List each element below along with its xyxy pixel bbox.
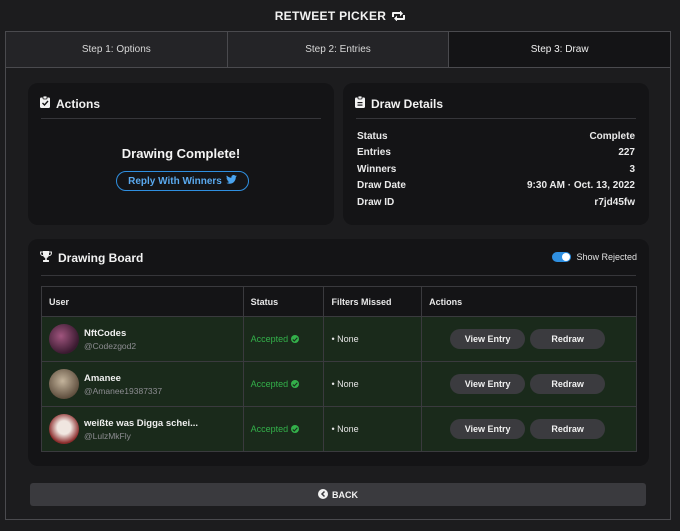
trophy-icon: [40, 251, 52, 265]
tab-step-entries[interactable]: Step 2: Entries: [226, 32, 449, 67]
twitter-icon: [225, 175, 237, 187]
filters-missed: • None: [331, 334, 359, 344]
check-circle-icon: [291, 425, 300, 433]
status-text: Accepted: [250, 424, 289, 434]
filters-missed: • None: [331, 379, 359, 389]
status-badge: Accepted: [244, 379, 324, 389]
row-actions: View Entry Redraw: [422, 374, 636, 394]
row-actions: View Entry Redraw: [422, 329, 636, 349]
show-rejected-label: Show Rejected: [576, 252, 637, 262]
details-title: Draw Details: [371, 96, 444, 111]
redraw-button[interactable]: Redraw: [530, 329, 606, 349]
detail-label: Winners: [357, 163, 397, 175]
show-rejected-control: Show Rejected: [552, 252, 637, 262]
view-entry-button[interactable]: View Entry: [450, 374, 526, 394]
column-header-status: Status: [242, 286, 325, 317]
column-header-user: User: [41, 286, 244, 317]
view-entry-button[interactable]: View Entry: [450, 329, 526, 349]
back-button[interactable]: BACK: [30, 483, 646, 506]
app-title: RETWEET PICKER: [274, 9, 387, 23]
actions-card: Actions Drawing Complete! Reply With Win…: [28, 83, 334, 225]
avatar[interactable]: [49, 414, 79, 444]
actions-header: Actions: [40, 95, 101, 111]
detail-row-draw-date: Draw Date 9:30 AM · Oct. 13, 2022: [357, 178, 635, 195]
reply-button-label: Reply With Winners: [128, 175, 222, 187]
arrow-left-circle-icon: [318, 488, 328, 501]
divider: [356, 118, 636, 119]
filters-missed: • None: [331, 424, 359, 434]
status-text: Accepted: [250, 334, 289, 344]
user-cell: Amanee @Amanee19387337: [42, 369, 243, 399]
divider: [41, 118, 321, 119]
table-row: Amanee @Amanee19387337 Accepted • None V…: [41, 361, 637, 407]
show-rejected-toggle[interactable]: [552, 252, 572, 262]
table-row: NftCodes @Codezgod2 Accepted • None View…: [41, 316, 637, 362]
detail-row-entries: Entries 227: [357, 145, 635, 162]
detail-row-draw-id: Draw ID r7jd45fw: [357, 194, 635, 211]
column-header-actions: Actions: [421, 286, 637, 317]
board-title: Drawing Board: [58, 251, 144, 265]
status-badge: Accepted: [244, 424, 324, 434]
user-name: NftCodes: [84, 327, 127, 339]
detail-row-winners: Winners 3: [357, 161, 635, 178]
detail-value: r7jd45fw: [594, 196, 635, 208]
draw-details-card: Draw Details Status Complete Entries 227…: [343, 83, 649, 225]
drawing-board-table: User Status Filters Missed Actions NftCo…: [41, 286, 637, 452]
details-header: Draw Details: [355, 95, 444, 111]
status-text: Accepted: [250, 379, 289, 389]
drawing-board-card: Drawing Board Show Rejected User Status …: [28, 239, 649, 466]
detail-row-status: Status Complete: [357, 128, 635, 145]
details-list: Status Complete Entries 227 Winners 3 Dr…: [357, 128, 635, 211]
user-handle: @Amanee19387337: [84, 385, 163, 396]
check-circle-icon: [291, 380, 300, 388]
detail-label: Entries: [357, 147, 391, 159]
step-tabs: Step 1: Options Step 2: Entries Step 3: …: [6, 32, 671, 68]
user-cell: NftCodes @Codezgod2: [42, 324, 243, 354]
tab-step-draw[interactable]: Step 3: Draw: [448, 32, 671, 67]
retweet-icon: [392, 11, 406, 21]
actions-title: Actions: [56, 96, 101, 111]
detail-value: 227: [618, 147, 635, 159]
board-header: Drawing Board: [40, 251, 143, 265]
back-label: BACK: [332, 489, 358, 500]
detail-label: Draw Date: [357, 180, 406, 192]
user-name: Amanee: [84, 372, 121, 384]
avatar[interactable]: [49, 324, 79, 354]
app-title-bar: RETWEET PICKER: [0, 0, 680, 32]
detail-label: Draw ID: [357, 196, 395, 208]
clipboard-icon: [355, 95, 365, 111]
redraw-button[interactable]: Redraw: [530, 374, 606, 394]
tab-step-options[interactable]: Step 1: Options: [6, 32, 227, 67]
detail-value: Complete: [589, 130, 635, 142]
avatar[interactable]: [49, 369, 79, 399]
view-entry-button[interactable]: View Entry: [450, 419, 526, 439]
status-badge: Accepted: [244, 334, 324, 344]
row-actions: View Entry Redraw: [422, 419, 636, 439]
detail-label: Status: [357, 130, 388, 142]
wizard-frame: Step 1: Options Step 2: Entries Step 3: …: [5, 31, 671, 520]
detail-value: 9:30 AM · Oct. 13, 2022: [526, 180, 635, 192]
clipboard-check-icon: [40, 95, 50, 111]
divider: [41, 275, 636, 276]
table-row: weißte was Digga schei... @LulzMkFly Acc…: [41, 406, 637, 452]
column-header-filters-missed: Filters Missed: [323, 286, 423, 317]
table-header-row: User Status Filters Missed Actions: [41, 286, 637, 317]
redraw-button[interactable]: Redraw: [530, 419, 606, 439]
user-name: weißte was Digga schei...: [84, 417, 199, 429]
user-cell: weißte was Digga schei... @LulzMkFly: [42, 414, 243, 444]
user-handle: @LulzMkFly: [84, 430, 131, 441]
drawing-complete-message: Drawing Complete!: [121, 146, 241, 161]
check-circle-icon: [291, 335, 300, 343]
user-handle: @Codezgod2: [84, 340, 137, 351]
detail-value: 3: [629, 163, 635, 175]
reply-with-winners-button[interactable]: Reply With Winners: [116, 171, 249, 191]
